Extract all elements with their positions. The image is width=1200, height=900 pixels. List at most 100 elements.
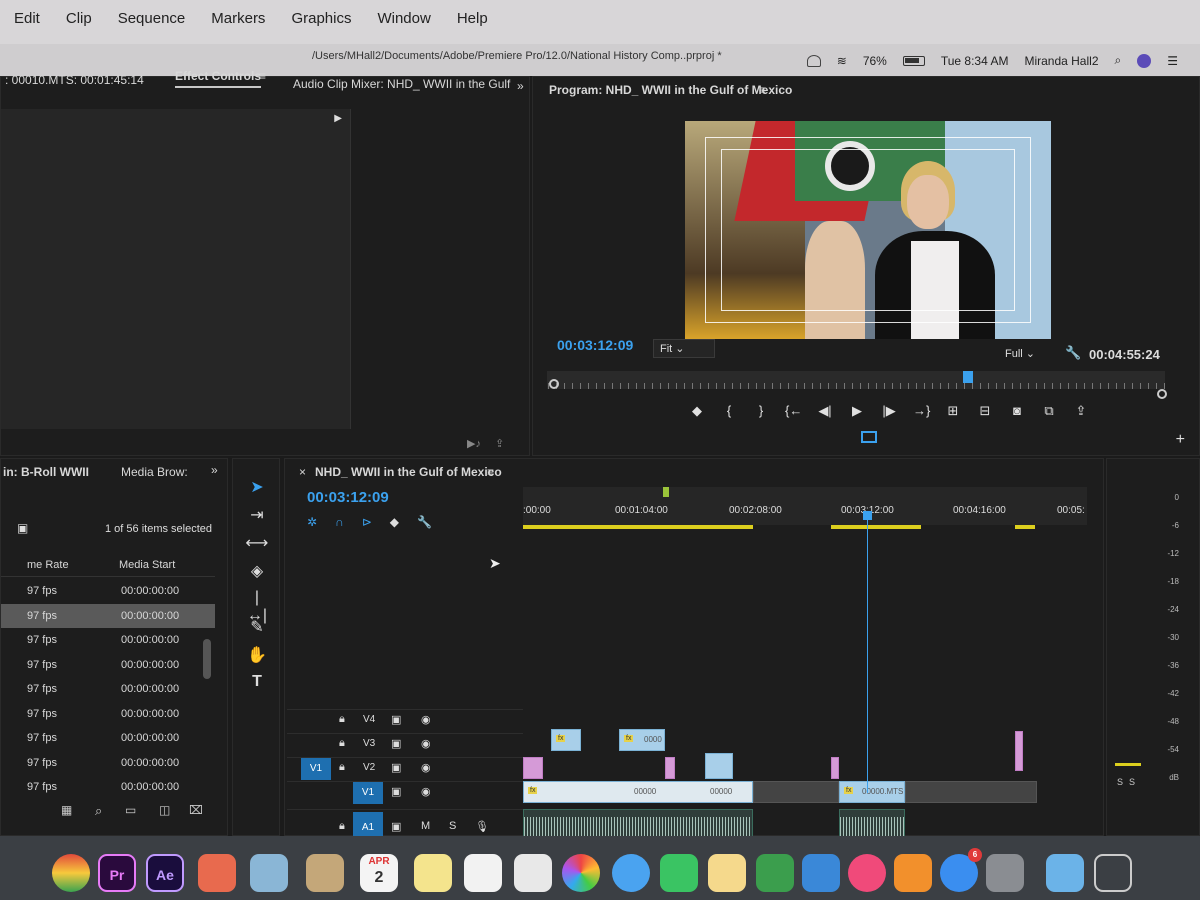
clip-v2-graphic[interactable] [1015, 731, 1023, 771]
sync-lock-icon[interactable]: ▣ [391, 737, 401, 750]
calendar-icon[interactable]: APR 2 [360, 854, 398, 892]
bin-row[interactable]: 97 fps 00:00:00:00 [1, 628, 215, 652]
contacts-icon[interactable] [306, 854, 344, 892]
bin-row[interactable]: 97 fps 00:00:00:00 [1, 677, 215, 701]
zoom-handle-right[interactable] [1157, 389, 1167, 399]
trash-dock-icon[interactable] [1094, 854, 1132, 892]
eye-icon[interactable]: ◉ [421, 713, 431, 726]
keynote-icon[interactable] [802, 854, 840, 892]
bin-row[interactable]: 97 fps 00:00:00:00 [1, 653, 215, 677]
go-to-out-icon[interactable]: →} [913, 403, 930, 419]
notification-center-icon[interactable]: ☰ [1167, 54, 1178, 68]
photos-icon[interactable] [562, 854, 600, 892]
expand-arrow-icon[interactable]: ▶ [334, 113, 342, 124]
hand-tool-icon[interactable]: ✋ [245, 645, 269, 667]
maps-icon[interactable] [514, 854, 552, 892]
resolution-select[interactable]: Full ⌄ [999, 345, 1057, 362]
chrome-icon[interactable] [52, 854, 90, 892]
timeline-marker[interactable] [663, 487, 669, 497]
export-icon[interactable]: ⇪ [495, 437, 504, 450]
spotlight-icon[interactable]: ⌕ [1115, 53, 1122, 68]
add-button-icon[interactable]: + [1176, 431, 1185, 449]
menu-graphics[interactable]: Graphics [291, 10, 351, 27]
panel-menu-icon[interactable]: ≡ [259, 69, 266, 83]
go-to-in-icon[interactable]: {← [785, 403, 802, 419]
clip-v1-b[interactable]: fx 00000.MTS [839, 781, 905, 803]
folder-up-icon[interactable]: ▣ [17, 521, 28, 535]
reminders-icon[interactable] [464, 854, 502, 892]
tab-media-browser[interactable]: Media Brow: [121, 465, 188, 479]
track-target-v1[interactable]: V1 [353, 782, 383, 804]
siri-icon[interactable] [1137, 53, 1152, 68]
ripple-edit-tool-icon[interactable]: ⟷ [245, 533, 269, 555]
user-name[interactable]: Miranda Hall2 [1024, 54, 1098, 68]
wifi-icon[interactable]: ≋ [837, 54, 847, 68]
sequence-menu-icon[interactable]: ≡ [487, 465, 494, 479]
sync-lock-icon[interactable]: ▣ [391, 713, 401, 726]
ibooks-icon[interactable] [894, 854, 932, 892]
new-item-icon[interactable]: ◫ [159, 803, 170, 817]
clip-v3-b[interactable]: fx 0000 [619, 729, 665, 751]
insert-icon[interactable]: ▶♪ [467, 437, 481, 450]
camera-export-icon[interactable]: ◙ [1009, 403, 1025, 419]
program-title[interactable]: Program: NHD_ WWII in the Gulf of Mexico [549, 83, 792, 97]
export-frame-icon[interactable]: ⇪ [1073, 403, 1089, 419]
menu-sequence[interactable]: Sequence [118, 10, 186, 27]
itunes-icon[interactable] [848, 854, 886, 892]
notes-icon[interactable] [414, 854, 452, 892]
after-effects-icon[interactable]: Ae [146, 854, 184, 892]
tab-audio-clip-mixer[interactable]: Audio Clip Mixer: NHD_ WWII in the Gulf [293, 77, 510, 91]
timeline-ruler[interactable]: :00:00 00:01:04:00 00:02:08:00 00:03:12:… [523, 487, 1087, 525]
solo-button-a1[interactable]: S [449, 820, 456, 832]
clip-v2-graphic[interactable] [665, 757, 675, 779]
program-video-frame[interactable] [685, 121, 1051, 339]
eye-icon[interactable]: ◉ [421, 737, 431, 750]
solo-left[interactable]: S [1117, 777, 1123, 787]
razor-tool-icon[interactable]: ◈ [245, 561, 269, 583]
step-forward-icon[interactable]: |▶ [881, 403, 897, 419]
program-timecode[interactable]: 00:03:12:09 [557, 337, 633, 353]
track-select-tool-icon[interactable]: ⇥ [245, 505, 269, 527]
program-time-ruler[interactable] [547, 371, 1165, 389]
source-patch-v1[interactable]: V1 [301, 758, 331, 780]
timeline-settings-icon[interactable]: 🔧 [417, 515, 432, 529]
step-back-icon[interactable]: ◀| [817, 403, 833, 419]
voiceover-mic-icon[interactable]: 🎙︎ [475, 820, 489, 833]
photo-booth-icon[interactable] [198, 854, 236, 892]
app-store-icon[interactable]: 6 [940, 848, 982, 892]
wrench-icon[interactable]: 🔧 [1065, 345, 1081, 361]
trash-icon[interactable]: ⌧ [189, 803, 203, 817]
eye-icon[interactable]: ◉ [421, 785, 431, 798]
bin-row[interactable]: 97 fps 00:00:00:00 [1, 726, 215, 750]
bin-row[interactable]: 97 fps 00:00:00:00 [1, 775, 215, 799]
linked-selection-icon[interactable]: ⊳ [362, 515, 372, 529]
facetime-icon[interactable] [660, 854, 698, 892]
col-frame-rate[interactable]: me Rate [27, 559, 69, 571]
selection-tool-icon[interactable]: ➤ [245, 477, 269, 499]
mute-button-a1[interactable]: M [421, 820, 430, 832]
panel-overflow-icon[interactable]: » [517, 79, 524, 93]
lock-icon[interactable]: 🔒︎ [339, 761, 345, 774]
close-sequence-icon[interactable]: × [299, 465, 306, 479]
lift-icon[interactable]: ⊞ [945, 403, 961, 419]
sync-lock-icon[interactable]: ▣ [391, 785, 401, 798]
menu-window[interactable]: Window [377, 10, 430, 27]
menu-help[interactable]: Help [457, 10, 488, 27]
preview-icon[interactable] [250, 854, 288, 892]
tab-sequence[interactable]: NHD_ WWII in the Gulf of Mexico [315, 465, 502, 479]
type-tool-icon[interactable]: T [245, 673, 269, 695]
lock-icon[interactable]: 🔒︎ [339, 713, 345, 726]
clip-v3-a[interactable]: fx [551, 729, 581, 751]
solo-right[interactable]: S [1129, 777, 1135, 787]
sync-lock-icon[interactable]: ▣ [391, 820, 401, 833]
premiere-pro-icon[interactable]: Pr [98, 854, 136, 892]
clock[interactable]: Tue 8:34 AM [941, 54, 1009, 68]
zoom-select[interactable]: Fit ⌄ [653, 339, 715, 358]
clip-v2-graphic[interactable] [831, 757, 839, 779]
add-marker-timeline-icon[interactable]: ◆ [390, 515, 399, 529]
pen-tool-icon[interactable]: ✎ [245, 617, 269, 639]
bin-row[interactable]: 97 fps 00:00:00:00 [1, 751, 215, 775]
menu-markers[interactable]: Markers [211, 10, 265, 27]
bin-row[interactable]: 97 fps 00:00:00:00 [1, 702, 215, 726]
tab-bin[interactable]: in: B-Roll WWII [3, 465, 89, 479]
